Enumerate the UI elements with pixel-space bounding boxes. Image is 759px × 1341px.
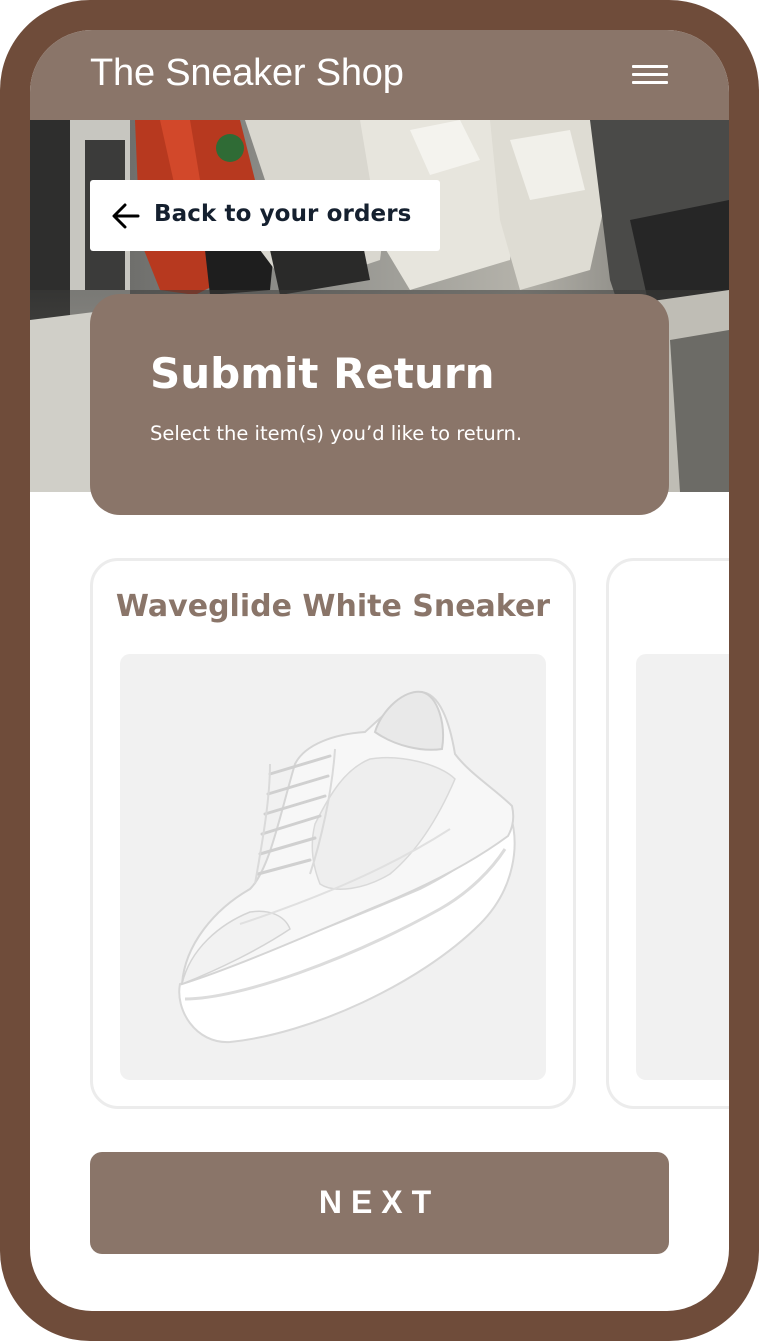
page-subtitle: Select the item(s) you’d like to return. (150, 422, 523, 445)
app-screen: The Sneaker Shop Back to your orders Sub… (30, 30, 729, 1311)
product-card[interactable] (606, 558, 729, 1109)
product-image (120, 654, 546, 1080)
product-image (636, 654, 729, 1080)
next-button-label: NEXT (318, 1184, 441, 1220)
app-header: The Sneaker Shop (30, 30, 729, 120)
product-card[interactable]: Waveglide White Sneaker (90, 558, 576, 1109)
arrow-left-icon (110, 200, 142, 232)
back-to-orders-button[interactable]: Back to your orders (90, 180, 440, 251)
back-to-orders-label: Back to your orders (154, 201, 412, 227)
hamburger-menu-icon[interactable] (626, 60, 676, 90)
submit-return-panel: Submit Return Select the item(s) you’d l… (90, 294, 669, 515)
next-button[interactable]: NEXT (90, 1152, 669, 1254)
page-title: Submit Return (150, 349, 495, 398)
product-name: Waveglide White Sneaker (115, 589, 551, 624)
phone-frame: The Sneaker Shop Back to your orders Sub… (0, 0, 759, 1341)
app-title: The Sneaker Shop (90, 52, 404, 94)
